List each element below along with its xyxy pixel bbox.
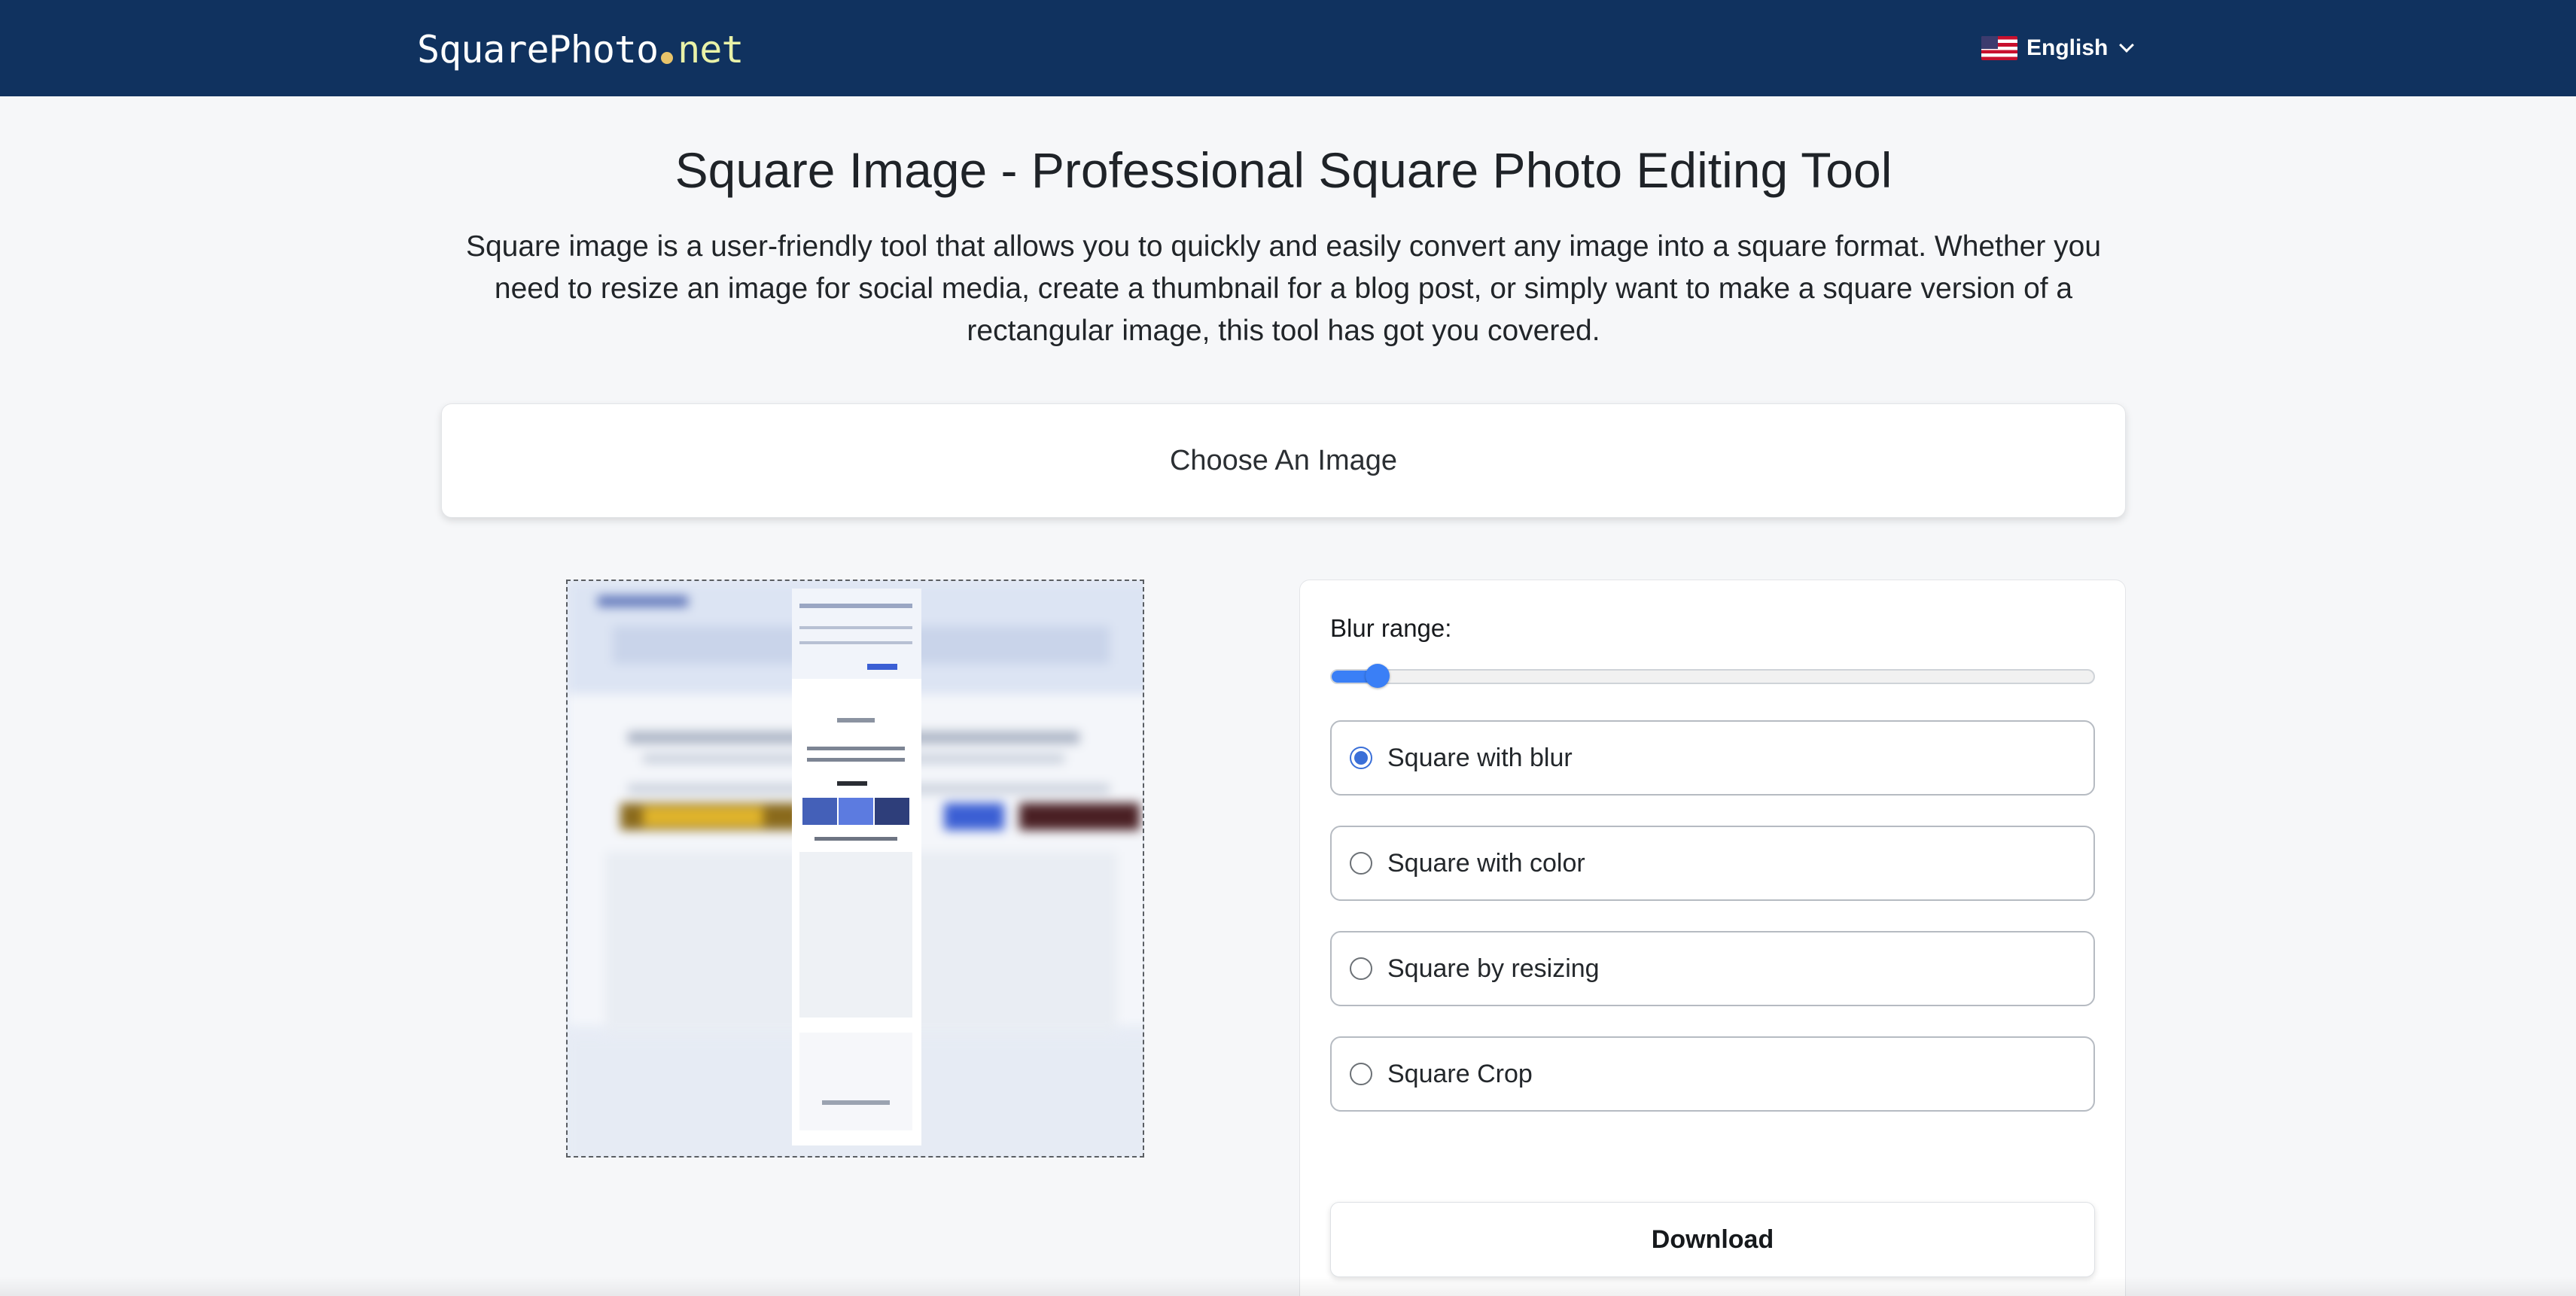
choose-image-button[interactable]: Choose An Image	[441, 403, 2126, 518]
option-label: Square with blur	[1387, 743, 1573, 772]
option-label: Square with color	[1387, 848, 1585, 878]
radio-square-by-resizing[interactable]	[1350, 957, 1372, 980]
slider-thumb[interactable]	[1365, 664, 1390, 688]
radio-square-crop[interactable]	[1350, 1063, 1372, 1085]
chevron-down-icon	[2119, 38, 2135, 53]
option-square-with-blur[interactable]: Square with blur	[1330, 720, 2095, 796]
image-preview	[566, 580, 1144, 1158]
download-button[interactable]: Download	[1330, 1202, 2095, 1277]
site-logo[interactable]: SquarePhoto net	[417, 27, 744, 72]
option-label: Square by resizing	[1387, 954, 1600, 983]
option-label: Square Crop	[1387, 1059, 1533, 1088]
brand-main-text: SquarePhoto	[417, 28, 659, 71]
top-navbar: SquarePhoto net English	[0, 0, 2576, 96]
bottom-shadow	[0, 1276, 2576, 1296]
radio-square-with-color[interactable]	[1350, 852, 1372, 875]
blur-range-label: Blur range:	[1330, 614, 1452, 642]
option-square-crop[interactable]: Square Crop	[1330, 1036, 2095, 1112]
option-square-with-color[interactable]: Square with color	[1330, 826, 2095, 901]
download-label: Download	[1651, 1225, 1774, 1254]
choose-image-label: Choose An Image	[1169, 444, 1398, 476]
brand-tld-text: net	[677, 28, 744, 71]
option-square-by-resizing[interactable]: Square by resizing	[1330, 931, 2095, 1006]
language-label: English	[2026, 35, 2109, 60]
page-title: Square Image - Professional Square Photo…	[674, 142, 1892, 198]
intro-description: Square image is a user-friendly tool tha…	[465, 230, 2102, 347]
language-selector[interactable]: English	[1981, 33, 2135, 63]
us-flag-icon	[1981, 36, 2017, 60]
radio-square-with-blur[interactable]	[1350, 747, 1372, 769]
blur-range-slider[interactable]	[1330, 664, 2095, 688]
brand-dot-icon	[661, 52, 674, 64]
original-image-thumbnail	[792, 589, 921, 1145]
settings-panel: Blur range: Square with blur Square with…	[1299, 580, 2126, 1296]
